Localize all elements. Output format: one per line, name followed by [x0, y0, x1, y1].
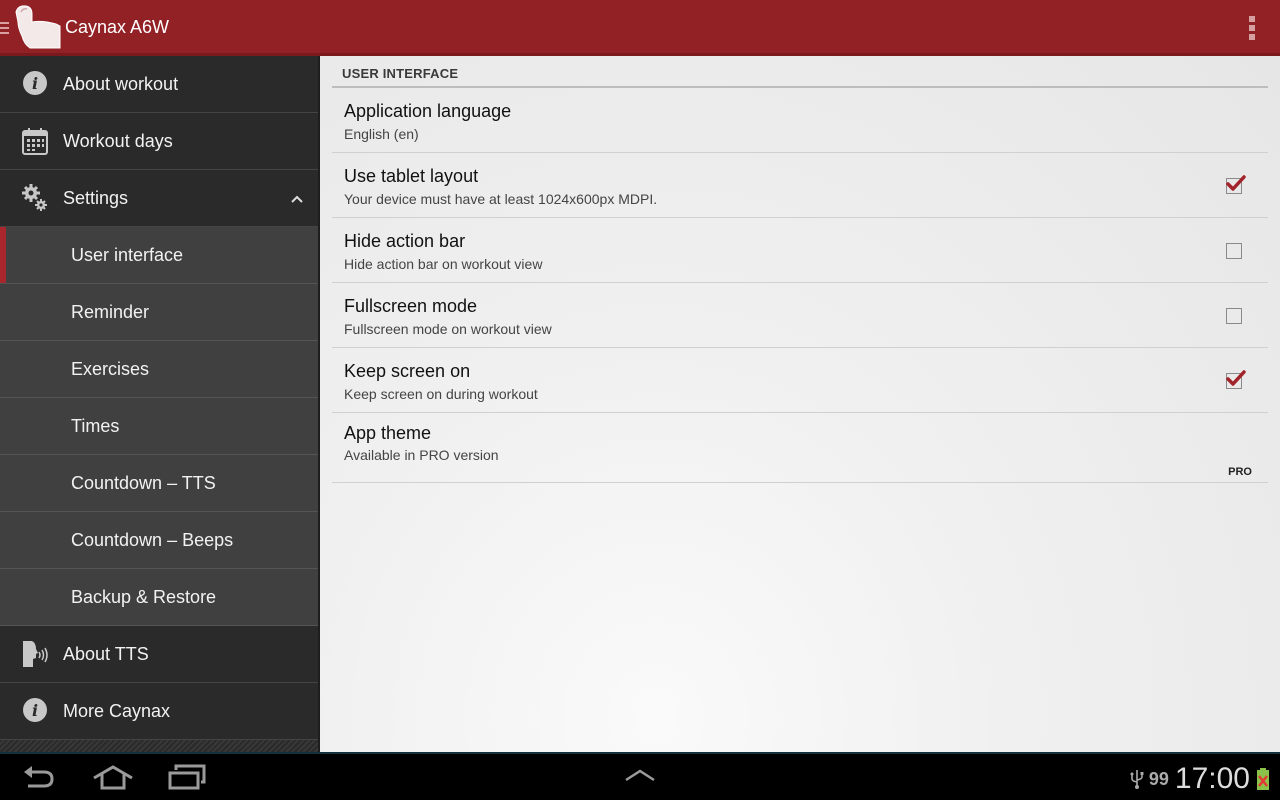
sidebar-item-label: Exercises — [71, 358, 150, 379]
home-button[interactable] — [92, 764, 134, 795]
keep-screen-on-checkbox[interactable] — [1226, 370, 1246, 389]
pref-application-language[interactable]: Application language English (en) — [332, 88, 1268, 153]
sidebar-item-label: Countdown – TTS — [71, 472, 216, 493]
info-icon: i — [22, 70, 48, 98]
sidebar-item-user-interface[interactable]: User interface — [0, 227, 318, 284]
checkmark-icon — [1226, 370, 1246, 386]
sidebar-item-label: About workout — [63, 73, 179, 94]
sidebar-footer-pattern — [0, 740, 318, 752]
sidebar-item-label: User interface — [71, 244, 184, 265]
pref-summary: English (en) — [344, 126, 419, 142]
home-icon — [93, 765, 133, 790]
pref-title: App theme — [344, 423, 432, 443]
svg-text:i: i — [32, 74, 38, 93]
action-bar: Caynax A6W — [0, 0, 1280, 56]
sidebar-item-countdown-tts[interactable]: Countdown – TTS — [0, 455, 318, 512]
pref-summary: Keep screen on during workout — [344, 386, 538, 402]
sidebar-item-about-workout[interactable]: i About workout — [0, 56, 318, 113]
system-navigation-bar: 99 17:00 — [0, 752, 1280, 800]
sidebar-item-label: About TTS — [63, 643, 149, 664]
status-area[interactable]: 99 17:00 — [1129, 762, 1270, 796]
sidebar-item-countdown-beeps[interactable]: Countdown – Beeps — [0, 512, 318, 569]
sidebar-item-exercises[interactable]: Exercises — [0, 341, 318, 398]
sidebar-item-label: Settings — [63, 187, 129, 208]
section-header: USER INTERFACE — [332, 66, 1268, 88]
sidebar-item-about-tts[interactable]: About TTS — [0, 626, 318, 683]
fullscreen-mode-checkbox[interactable] — [1226, 308, 1242, 324]
speaking-head-icon — [22, 640, 48, 668]
pref-hide-action-bar[interactable]: Hide action bar Hide action bar on worko… — [332, 218, 1268, 283]
tablet-layout-checkbox[interactable] — [1226, 175, 1246, 194]
info-icon: i — [22, 697, 48, 725]
overflow-menu-icon[interactable] — [1246, 16, 1258, 40]
sidebar-item-label: Backup & Restore — [71, 586, 217, 607]
pref-title: Keep screen on — [344, 361, 471, 381]
recent-apps-icon — [168, 764, 206, 790]
sidebar-item-reminder[interactable]: Reminder — [0, 284, 318, 341]
pref-summary: Available in PRO version — [344, 447, 499, 463]
calendar-icon — [22, 127, 48, 155]
sidebar-item-label: More Caynax — [63, 700, 171, 721]
chevron-up-icon — [625, 769, 655, 782]
pref-title: Hide action bar — [344, 231, 466, 251]
pref-fullscreen-mode[interactable]: Fullscreen mode Fullscreen mode on worko… — [332, 283, 1268, 348]
sidebar-item-backup-restore[interactable]: Backup & Restore — [0, 569, 318, 626]
pref-app-theme[interactable]: App theme Available in PRO version PRO — [332, 413, 1268, 483]
recent-apps-button[interactable] — [168, 764, 206, 795]
settings-panel: USER INTERFACE Application language Engl… — [320, 56, 1280, 752]
clock: 17:00 — [1174, 762, 1250, 795]
pref-title: Use tablet layout — [344, 166, 479, 186]
app-logo-icon[interactable] — [12, 4, 64, 50]
checkmark-icon — [1226, 175, 1246, 191]
app-title: Caynax A6W — [65, 17, 170, 37]
sidebar-item-workout-days[interactable]: Workout days — [0, 113, 318, 170]
sidebar-item-label: Times — [71, 415, 120, 436]
pref-summary: Hide action bar on workout view — [344, 256, 543, 272]
sidebar-item-label: Countdown – Beeps — [71, 529, 234, 550]
sidebar-item-more-caynax[interactable]: i More Caynax — [0, 683, 318, 740]
pro-badge: PRO — [1228, 466, 1252, 478]
sidebar-item-times[interactable]: Times — [0, 398, 318, 455]
hide-action-bar-checkbox[interactable] — [1226, 243, 1242, 259]
navigation-drawer: i About workout Workout days Settings Us… — [0, 56, 320, 752]
pref-title: Application language — [344, 101, 512, 121]
battery-level: 99 — [1148, 768, 1169, 789]
drawer-indicator-icon[interactable] — [0, 22, 10, 36]
back-button[interactable] — [22, 764, 56, 795]
pref-summary: Fullscreen mode on workout view — [344, 321, 552, 337]
svg-text:i: i — [32, 701, 38, 720]
gears-icon — [22, 184, 48, 212]
sidebar-item-label: Reminder — [71, 301, 150, 322]
usb-icon — [1130, 770, 1144, 789]
pref-title: Fullscreen mode — [344, 296, 478, 316]
sidebar-item-settings[interactable]: Settings — [0, 170, 318, 227]
pref-summary: Your device must have at least 1024x600p… — [344, 191, 658, 207]
sidebar-item-label: Workout days — [63, 130, 173, 151]
pref-keep-screen-on[interactable]: Keep screen on Keep screen on during wor… — [332, 348, 1268, 413]
back-icon — [24, 766, 54, 788]
chevron-up-icon[interactable] — [290, 190, 304, 204]
system-menu-button[interactable] — [624, 768, 656, 787]
pref-use-tablet-layout[interactable]: Use tablet layout Your device must have … — [332, 153, 1268, 218]
battery-icon — [1257, 768, 1269, 790]
